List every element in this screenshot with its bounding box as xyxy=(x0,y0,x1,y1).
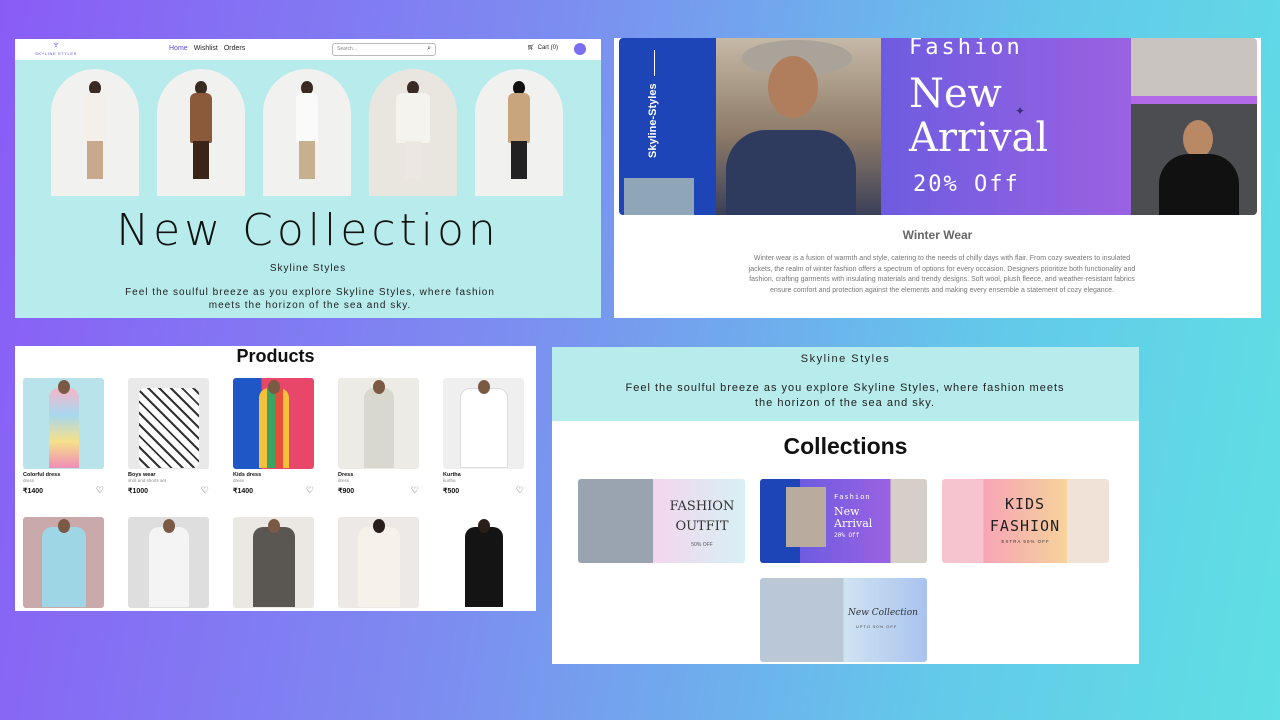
products-panel: Products Colorful dress dress ₹1400 ♡ Boy… xyxy=(15,346,536,611)
product-image[interactable] xyxy=(233,378,314,469)
top-navbar: ♆ SKYLINE STYLES Home Wishlist Orders Se… xyxy=(15,39,601,60)
product-card[interactable] xyxy=(233,517,314,608)
tile-subtitle: EXTRA 50% OFF xyxy=(1001,539,1050,544)
tile-subtitle: UPTO 50% OFF xyxy=(856,624,898,629)
collection-fashion-outfit[interactable]: FASHION OUTFIT 50% OFF xyxy=(578,479,745,563)
nav-orders[interactable]: Orders xyxy=(224,45,245,52)
collections-panel: Skyline Styles Feel the soulful breeze a… xyxy=(552,347,1139,664)
products-heading: Products xyxy=(236,346,315,366)
product-price: ₹1400 xyxy=(233,487,254,495)
banner-side-text: Skyline-Styles xyxy=(647,83,659,158)
model-image xyxy=(369,69,457,196)
product-image[interactable] xyxy=(128,517,209,608)
heart-icon[interactable]: ♡ xyxy=(306,486,314,495)
product-image[interactable] xyxy=(23,378,104,469)
product-card[interactable]: Kids dress dress ₹1400 ♡ xyxy=(233,378,314,495)
nav-links: Home Wishlist Orders xyxy=(169,45,245,52)
product-image[interactable] xyxy=(443,517,524,608)
product-grid: Colorful dress dress ₹1400 ♡ Boys wear sh… xyxy=(23,378,524,608)
product-price: ₹1400 xyxy=(23,487,44,495)
product-category: shirt and shorts set xyxy=(128,478,167,483)
tile-title: FASHION OUTFIT xyxy=(669,499,735,534)
model-image xyxy=(51,69,139,196)
banner-new-arrival-text: New Arrival xyxy=(909,71,1049,161)
product-card[interactable] xyxy=(128,517,209,608)
brand-tagline: Feel the soulful breeze as you explore S… xyxy=(625,382,1065,409)
collection-new-collection[interactable]: New Collection UPTO 50% OFF xyxy=(760,578,927,662)
tile-title: New Collection xyxy=(848,608,918,618)
collection-kids-fashion[interactable]: KIDS FASHION EXTRA 50% OFF xyxy=(942,479,1109,563)
product-card[interactable]: Dress dress ₹900 ♡ xyxy=(338,378,419,495)
model-photo xyxy=(716,38,881,215)
hero-tagline: Feel the soulful breeze as you explore S… xyxy=(125,287,495,311)
product-category: dress xyxy=(233,478,245,483)
brand-logo[interactable]: ♆ SKYLINE STYLES xyxy=(29,40,83,57)
section-heading: Winter Wear xyxy=(902,228,973,242)
banner-fashion-text: Fashion xyxy=(909,38,1023,60)
heart-icon[interactable]: ♡ xyxy=(411,486,419,495)
tile-fashion-text: Fashion xyxy=(834,493,871,501)
heart-icon[interactable]: ♡ xyxy=(516,486,524,495)
hero-title: New Collection xyxy=(116,205,500,256)
product-image[interactable] xyxy=(338,517,419,608)
cart-label: Cart (0) xyxy=(537,44,558,51)
collections-heading: Collections xyxy=(783,433,908,459)
product-card[interactable] xyxy=(23,517,104,608)
sparkle-icon: ✦ xyxy=(1015,104,1026,118)
banner-side-strip: Skyline-Styles xyxy=(619,38,716,215)
banner-discount-text: 20% Off xyxy=(913,172,1020,197)
search-placeholder: Search... xyxy=(337,46,358,52)
product-image[interactable] xyxy=(128,378,209,469)
product-image[interactable] xyxy=(233,517,314,608)
tile-title: New Arrival xyxy=(834,505,873,530)
product-card[interactable]: Kurtha kurtha ₹500 ♡ xyxy=(443,378,524,495)
nav-wishlist[interactable]: Wishlist xyxy=(194,45,218,52)
collections-hero: Skyline Styles Feel the soulful breeze a… xyxy=(552,347,1139,421)
product-card[interactable] xyxy=(443,517,524,608)
cart-icon: 🛒︎ xyxy=(527,45,535,51)
user-avatar-icon[interactable] xyxy=(574,43,586,55)
tile-subtitle: 50% OFF xyxy=(691,542,713,548)
accent-bar xyxy=(1131,96,1257,104)
product-category: kurtha xyxy=(443,478,456,483)
product-category: dress xyxy=(338,478,350,483)
product-image[interactable] xyxy=(23,517,104,608)
bird-logo-icon: ♆ xyxy=(52,40,60,51)
model-photo-2 xyxy=(1131,104,1257,215)
logo-text: SKYLINE STYLES xyxy=(35,51,77,56)
heart-icon[interactable]: ♡ xyxy=(201,486,209,495)
tile-subtitle: 20% Off xyxy=(834,532,860,539)
collection-new-arrival[interactable]: Fashion New Arrival 20% Off xyxy=(760,479,927,563)
brand-name: Skyline Styles xyxy=(800,353,891,365)
hero-subtitle: Skyline Styles xyxy=(269,263,347,274)
new-arrival-panel: Skyline-Styles Fashion New Arrival ✦ 20%… xyxy=(614,38,1261,318)
clothes-rack-photo xyxy=(1131,38,1257,96)
new-arrival-banner[interactable]: Skyline-Styles Fashion New Arrival ✦ 20%… xyxy=(619,38,1257,215)
product-price: ₹900 xyxy=(338,487,355,495)
search-icon[interactable]: ⌕ xyxy=(427,45,431,53)
model-image xyxy=(475,69,563,196)
search-input[interactable]: Search... ⌕ xyxy=(332,43,436,56)
section-description: Winter wear is a fusion of warmth and st… xyxy=(748,255,1136,294)
product-card[interactable] xyxy=(338,517,419,608)
cart-button[interactable]: 🛒︎ Cart (0) xyxy=(527,44,558,52)
heart-icon[interactable]: ♡ xyxy=(96,486,104,495)
model-gallery xyxy=(51,69,563,196)
tile-title: KIDS FASHION xyxy=(989,495,1061,535)
model-image xyxy=(157,69,245,196)
divider-line xyxy=(654,50,655,76)
product-image[interactable] xyxy=(443,378,524,469)
product-card[interactable]: Boys wear shirt and shorts set ₹1000 ♡ xyxy=(128,378,209,495)
product-image[interactable] xyxy=(338,378,419,469)
product-price: ₹1000 xyxy=(128,487,149,495)
hero-panel: ♆ SKYLINE STYLES Home Wishlist Orders Se… xyxy=(15,39,601,318)
model-image xyxy=(263,69,351,196)
banner-thumbnail xyxy=(624,178,694,215)
product-category: dress xyxy=(23,478,35,483)
tile-photo xyxy=(786,487,826,547)
product-price: ₹500 xyxy=(443,487,460,495)
nav-home[interactable]: Home xyxy=(169,45,188,52)
product-card[interactable]: Colorful dress dress ₹1400 ♡ xyxy=(23,378,104,495)
